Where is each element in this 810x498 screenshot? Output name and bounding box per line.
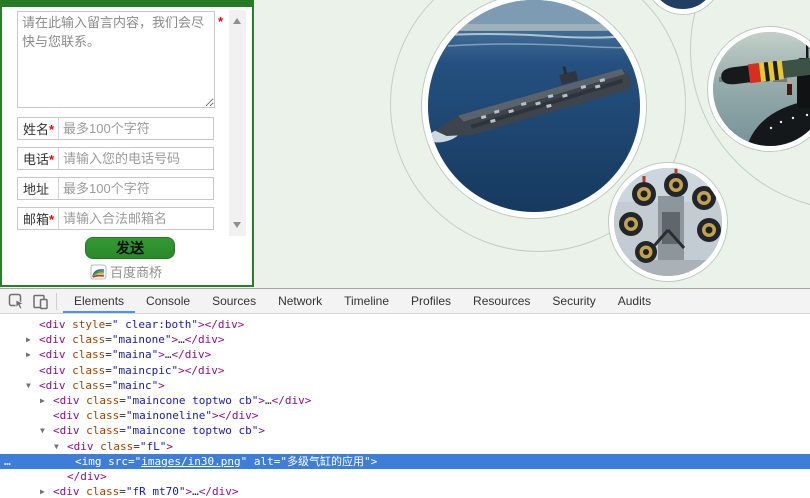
tree-node[interactable]: ▶<div class="maina">…</div> [0,347,810,362]
node-markup: <div class="fR mt70">…</div> [0,484,238,498]
toolbar-divider [56,293,57,310]
node-markup: <div class="mainoneline"></div> [0,408,258,423]
node-markup: <img src="images/in30.png" alt="多级气缸的应用"… [0,454,377,469]
node-markup: </div> [0,469,107,484]
tree-node[interactable]: ▼<div class="mainc"> [0,378,810,393]
elements-tree: <div style=" clear:both"></div>▶<div cla… [0,314,810,498]
tree-node[interactable]: </div> [0,469,810,484]
form-scrollbar[interactable] [229,10,246,236]
tree-node[interactable]: ▶<div class="fR mt70">…</div> [0,484,810,498]
tree-node-selected[interactable]: …<img src="images/in30.png" alt="多级气缸的应用… [0,454,810,469]
contact-form-panel: * 姓名* 电话* 地址邮箱* 发送 百度商桥 [0,0,254,287]
node-markup: <div style=" clear:both"></div> [0,317,244,332]
form-fields: 姓名* 电话* 地址邮箱* [17,117,214,237]
tab-network[interactable]: Network [267,289,333,313]
devtools-toolbar: ElementsConsoleSourcesNetworkTimelinePro… [0,289,810,314]
tree-node[interactable]: <div class="mainoneline"></div> [0,408,810,423]
screenshot-root: * 姓名* 电话* 地址邮箱* 发送 百度商桥 [0,0,810,498]
expand-icon[interactable]: ▶ [40,484,45,498]
field-label: 电话* [18,149,58,168]
scroll-up-icon[interactable] [233,18,241,24]
tree-node[interactable]: <div style=" clear:both"></div> [0,317,810,332]
tab-elements[interactable]: Elements [63,289,135,313]
device-toolbar-icon[interactable] [28,289,52,313]
tree-node[interactable]: ▶<div class="mainone">…</div> [0,332,810,347]
required-marker: * [49,152,54,167]
node-markup: <div class="maincpic"></div> [0,363,224,378]
tree-node[interactable]: ▼<div class="fL"> [0,439,810,454]
node-markup: <div class="maincone toptwo cb">…</div> [0,393,311,408]
message-required-marker: * [218,14,223,29]
scroll-down-icon[interactable] [233,222,241,228]
collapse-icon[interactable]: ▼ [26,378,31,393]
expand-icon[interactable]: ▶ [26,332,31,347]
field-label: 地址 [18,179,58,198]
tab-security[interactable]: Security [541,289,606,313]
gallery-photo-torpedo-tubes[interactable] [609,163,727,281]
baidu-bridge-rainbow-icon [90,264,108,280]
tab-sources[interactable]: Sources [201,289,267,313]
node-markup: <div class="mainc"> [0,378,165,393]
send-button[interactable]: 发送 [85,237,175,259]
field-label: 姓名* [18,119,58,138]
field-input-电话[interactable] [59,151,213,166]
required-marker: * [49,122,54,137]
field-input-姓名[interactable] [59,121,213,136]
gallery-photo-aircraft-carrier[interactable] [422,0,646,218]
expand-icon[interactable]: ▶ [40,393,45,408]
field-姓名: 姓名* [17,117,214,140]
inspect-element-icon[interactable] [4,289,28,313]
tab-resources[interactable]: Resources [462,289,541,313]
devtools-tabs: ElementsConsoleSourcesNetworkTimelinePro… [63,289,662,313]
torpedo-tubes-illustration [614,168,722,276]
field-邮箱: 邮箱* [17,207,214,230]
tree-node[interactable]: ▶<div class="maincone toptwo cb">…</div> [0,393,810,408]
field-input-邮箱[interactable] [59,211,213,226]
node-markup: <div class="mainone">…</div> [0,332,224,347]
tab-profiles[interactable]: Profiles [400,289,462,313]
node-markup: <div class="maina">…</div> [0,347,211,362]
baidu-bridge-branding[interactable]: 百度商桥 [2,262,250,281]
node-menu-icon[interactable]: … [4,454,12,469]
tab-audits[interactable]: Audits [607,289,662,313]
field-input-地址[interactable] [59,181,213,196]
tab-console[interactable]: Console [135,289,201,313]
field-地址: 地址 [17,177,214,200]
collapse-icon[interactable]: ▼ [40,423,45,438]
required-marker: * [49,212,54,227]
devtools-panel: ElementsConsoleSourcesNetworkTimelinePro… [0,288,810,498]
webpage-viewport: * 姓名* 电话* 地址邮箱* 发送 百度商桥 [0,0,810,288]
tab-timeline[interactable]: Timeline [333,289,400,313]
collapse-icon[interactable]: ▼ [54,439,59,454]
node-markup: <div class="fL"> [0,439,173,454]
field-电话: 电话* [17,147,214,170]
message-textarea[interactable] [17,11,215,108]
aircraft-carrier-illustration [428,0,640,212]
tree-node[interactable]: <div class="maincpic"></div> [0,363,810,378]
field-label: 邮箱* [18,209,58,228]
expand-icon[interactable]: ▶ [26,347,31,362]
brand-label: 百度商桥 [110,265,162,280]
tree-node[interactable]: ▼<div class="maincone toptwo cb"> [0,423,810,438]
submarine-torpedo-illustration [713,32,810,146]
